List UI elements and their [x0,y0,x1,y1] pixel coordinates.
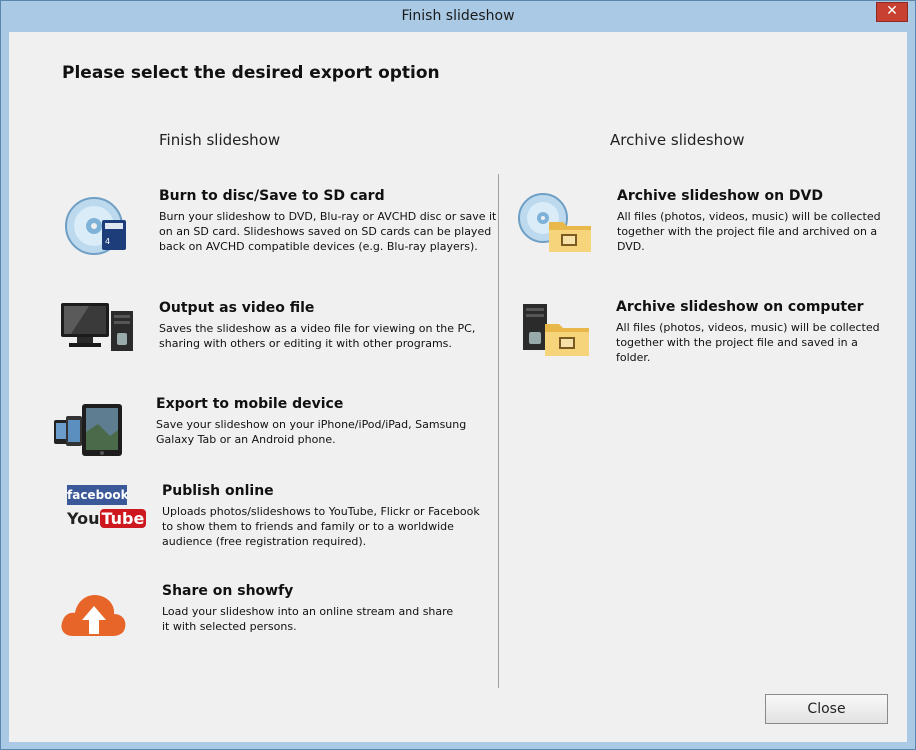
option-share-showfy[interactable]: Share on showfy Load your slideshow into… [162,583,502,634]
youtube-logo-you: You [67,509,100,528]
option-description: Burn your slideshow to DVD, Blu-ray or A… [159,210,497,253]
option-description: Saves the slideshow as a video file for … [159,322,476,350]
option-output-video[interactable]: Output as video file Saves the slideshow… [159,300,499,351]
close-button[interactable]: Close [765,694,888,724]
dialog-content: Please select the desired export option … [9,32,907,742]
disc-sdcard-icon[interactable]: 4 [64,192,134,258]
window-close-button[interactable]: ✕ [876,2,908,22]
option-title[interactable]: Publish online [162,483,502,499]
option-export-mobile[interactable]: Export to mobile device Save your slides… [156,396,496,447]
option-description: Save your slideshow on your iPhone/iPod/… [156,418,467,446]
title-bar[interactable]: Finish slideshow ✕ [1,1,915,32]
option-title[interactable]: Share on showfy [162,583,502,599]
option-title[interactable]: Burn to disc/Save to SD card [159,188,499,204]
option-description: All files (photos, videos, music) will b… [616,321,880,364]
disc-folder-icon[interactable] [517,192,593,254]
window-title: Finish slideshow [401,8,515,24]
facebook-youtube-icon[interactable]: facebook You Tube [67,485,147,533]
mobile-devices-icon[interactable] [54,402,126,458]
archive-column-title: Archive slideshow [610,131,745,149]
computer-icon[interactable] [59,299,137,353]
svg-text:4: 4 [105,237,110,246]
tower-folder-icon[interactable] [519,300,593,358]
youtube-logo: You Tube [67,509,147,529]
option-description: Load your slideshow into an online strea… [162,605,454,633]
dialog-window: Finish slideshow ✕ Please select the des… [0,0,916,750]
option-description: Uploads photos/slideshows to YouTube, Fl… [162,505,480,548]
option-title[interactable]: Export to mobile device [156,396,496,412]
option-title[interactable]: Archive slideshow on DVD [617,188,907,204]
option-archive-dvd[interactable]: Archive slideshow on DVD All files (phot… [617,188,907,254]
option-burn-disc[interactable]: Burn to disc/Save to SD card Burn your s… [159,188,499,254]
finish-column-title: Finish slideshow [159,131,281,149]
youtube-logo-tube: Tube [99,509,147,528]
cloud-upload-icon[interactable] [59,588,129,640]
option-title[interactable]: Output as video file [159,300,499,316]
option-description: All files (photos, videos, music) will b… [617,210,881,253]
facebook-logo: facebook [67,485,129,505]
option-archive-computer[interactable]: Archive slideshow on computer All files … [616,299,906,365]
option-publish-online[interactable]: Publish online Uploads photos/slideshows… [162,483,502,549]
option-title[interactable]: Archive slideshow on computer [616,299,906,315]
page-title: Please select the desired export option [62,63,440,83]
